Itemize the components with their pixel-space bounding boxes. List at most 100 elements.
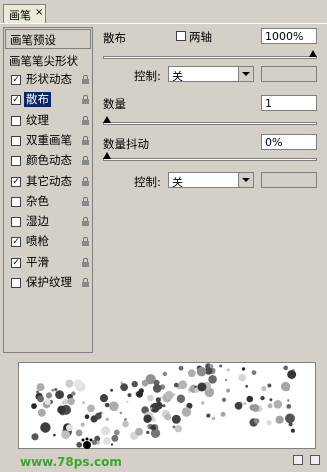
chevron-down-icon[interactable]	[238, 67, 253, 81]
lock-icon[interactable]	[82, 95, 89, 105]
checkbox[interactable]	[11, 135, 21, 146]
brush-dot	[286, 404, 292, 409]
jitter-control-label: 控制:	[134, 175, 161, 189]
brush-dot	[174, 425, 183, 433]
scatter-control-select[interactable]: 关	[168, 66, 254, 83]
brush-dot	[267, 403, 273, 409]
lock-icon[interactable]	[82, 156, 89, 166]
checkbox[interactable]	[11, 196, 21, 207]
count-jitter-slider[interactable]	[103, 158, 317, 161]
count-slider-thumb[interactable]	[103, 116, 111, 123]
brush-dot	[54, 388, 58, 392]
brush-dot	[225, 378, 228, 381]
scatter-control-label: 控制:	[134, 69, 161, 83]
jitter-control-field	[261, 172, 317, 188]
sidebar-item-label: 颜色动态	[26, 153, 72, 168]
lock-icon[interactable]	[82, 237, 89, 247]
brush-dot	[146, 430, 150, 435]
brush-dot	[31, 403, 37, 409]
scatter-value-field[interactable]: 1000%	[261, 28, 317, 44]
brush-dot	[162, 404, 166, 408]
checkbox[interactable]: ✓	[11, 237, 21, 248]
brush-dot	[211, 416, 216, 421]
sidebar-item[interactable]: ✓ 散布	[5, 91, 91, 111]
brush-dot	[136, 390, 143, 398]
count-value-field[interactable]: 1	[261, 95, 317, 111]
checkbox[interactable]: ✓	[11, 75, 21, 85]
brush-dot	[111, 434, 119, 442]
brush-dot	[105, 417, 109, 421]
sidebar-item[interactable]: ✓ 形状动态	[5, 71, 91, 91]
count-jitter-value-field[interactable]: 0%	[261, 134, 317, 150]
brush-dot	[99, 394, 109, 403]
scatter-slider-thumb[interactable]	[309, 50, 317, 57]
sidebar-item-presets[interactable]: 画笔预设	[5, 29, 91, 49]
chevron-down-icon[interactable]	[238, 173, 253, 187]
tab-label: 画笔	[9, 9, 31, 22]
jitter-control-select[interactable]: 关	[168, 172, 254, 189]
tab-brushes[interactable]: 画笔 ×	[3, 4, 46, 23]
brush-dot	[155, 397, 161, 403]
scatter-slider[interactable]	[103, 56, 317, 59]
new-brush-icon[interactable]	[293, 455, 303, 465]
lock-icon[interactable]	[82, 115, 89, 125]
sidebar-item[interactable]: 纹理	[5, 112, 91, 132]
count-jitter-slider-thumb[interactable]	[103, 152, 111, 159]
brush-dot	[290, 428, 295, 433]
delete-brush-icon[interactable]	[310, 455, 320, 465]
brush-dot	[187, 390, 191, 394]
brush-dot	[266, 420, 272, 426]
brush-dot	[45, 398, 50, 404]
lock-icon[interactable]	[82, 196, 89, 206]
sidebar-item-tip-shape[interactable]: 画笔笔尖形状	[5, 51, 91, 71]
sidebar-item[interactable]: 双重画笔	[5, 132, 91, 152]
checkbox[interactable]	[11, 278, 21, 288]
brush-dot	[187, 369, 196, 378]
brush-dot	[178, 380, 188, 389]
brush-dot	[113, 429, 120, 436]
sidebar-item[interactable]: ✓ 其它动态	[5, 173, 91, 193]
sidebar-item[interactable]: 湿边	[5, 213, 91, 233]
brush-dot	[61, 430, 70, 440]
brush-dot	[267, 383, 272, 388]
brush-dot	[65, 379, 74, 388]
brush-dot	[155, 401, 163, 410]
sidebar-item-label: 保护纹理	[26, 275, 72, 289]
brush-dot	[120, 383, 128, 392]
both-axes-checkbox[interactable]	[176, 31, 186, 41]
checkbox[interactable]	[11, 156, 21, 167]
checkbox[interactable]: ✓	[11, 95, 21, 106]
sidebar-item[interactable]: 保护纹理	[5, 274, 91, 294]
brush-dot	[53, 433, 56, 437]
brush-dot	[238, 373, 246, 382]
brush-dot	[178, 365, 184, 371]
sidebar-item[interactable]: 杂色	[5, 193, 91, 213]
lock-icon[interactable]	[82, 75, 89, 84]
tab-bar: 画笔 ×	[0, 0, 327, 23]
brush-dot	[181, 407, 192, 417]
brush-stroke-image	[31, 363, 297, 448]
brush-dot	[51, 388, 55, 392]
checkbox[interactable]	[11, 217, 21, 228]
sidebar-item-label: 纹理	[26, 112, 49, 127]
lock-icon[interactable]	[82, 176, 89, 186]
brush-dot	[287, 399, 290, 402]
brush-dot	[67, 397, 75, 406]
brush-dot	[246, 395, 254, 403]
lock-icon[interactable]	[82, 278, 89, 287]
sidebar-item[interactable]: 颜色动态	[5, 152, 91, 172]
brush-dot	[110, 388, 114, 392]
checkbox[interactable]: ✓	[11, 257, 21, 268]
brush-dot	[55, 390, 64, 399]
close-icon[interactable]: ×	[35, 7, 43, 18]
brush-dot	[164, 413, 172, 421]
checkbox[interactable]	[11, 115, 21, 126]
checkbox[interactable]: ✓	[11, 176, 21, 187]
lock-icon[interactable]	[82, 135, 89, 145]
sidebar-item[interactable]: ✓ 喷枪	[5, 233, 91, 253]
count-slider[interactable]	[103, 122, 317, 125]
lock-icon[interactable]	[82, 257, 89, 267]
lock-icon[interactable]	[82, 217, 89, 227]
sidebar-item[interactable]: ✓ 平滑	[5, 254, 91, 274]
brush-dot	[220, 411, 226, 417]
